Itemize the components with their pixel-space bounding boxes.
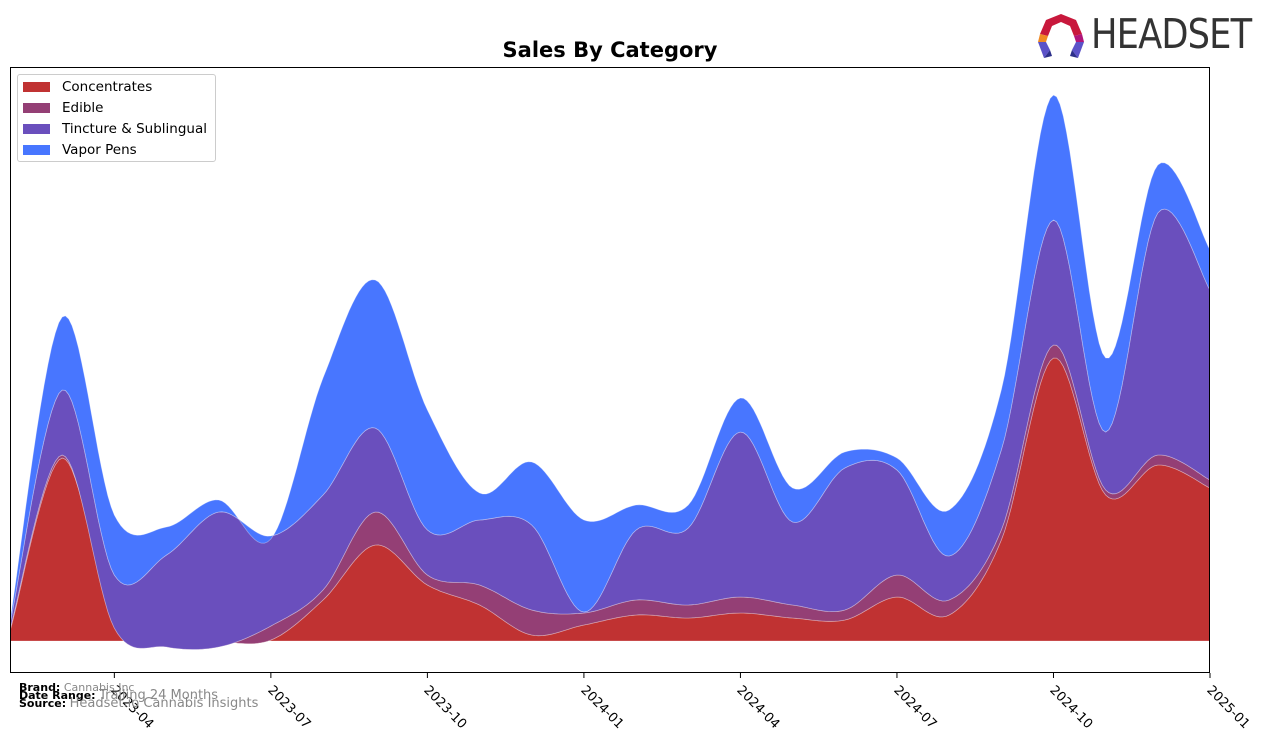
- legend-item-tincture-sublingual: Tincture & Sublingual: [23, 119, 207, 139]
- legend-swatch-edible: [23, 103, 50, 113]
- area-layers: [9, 94, 1211, 650]
- legend-label: Vapor Pens: [62, 142, 137, 158]
- legend-item-edible: Edible: [23, 98, 103, 118]
- legend-swatch-vapor-pens: [23, 145, 50, 155]
- legend-item-concentrates: Concentrates: [23, 77, 152, 97]
- x-axis-ticks: [113, 673, 1211, 678]
- legend-swatch-tincture-sublingual: [23, 124, 50, 134]
- footer-source-value: Headset.io Cannabis Insights: [69, 696, 259, 711]
- footer-source-label: Source:: [19, 697, 67, 710]
- legend-label: Concentrates: [62, 79, 153, 95]
- legend-label: Tincture & Sublingual: [62, 121, 207, 137]
- legend-swatch-concentrates: [23, 82, 50, 92]
- legend-item-vapor-pens: Vapor Pens: [23, 140, 137, 160]
- chart-legend: Concentrates Edible Tincture & Sublingua…: [17, 74, 216, 162]
- footer-source: Source: Headset.io Cannabis Insights: [19, 696, 259, 711]
- legend-label: Edible: [62, 100, 104, 116]
